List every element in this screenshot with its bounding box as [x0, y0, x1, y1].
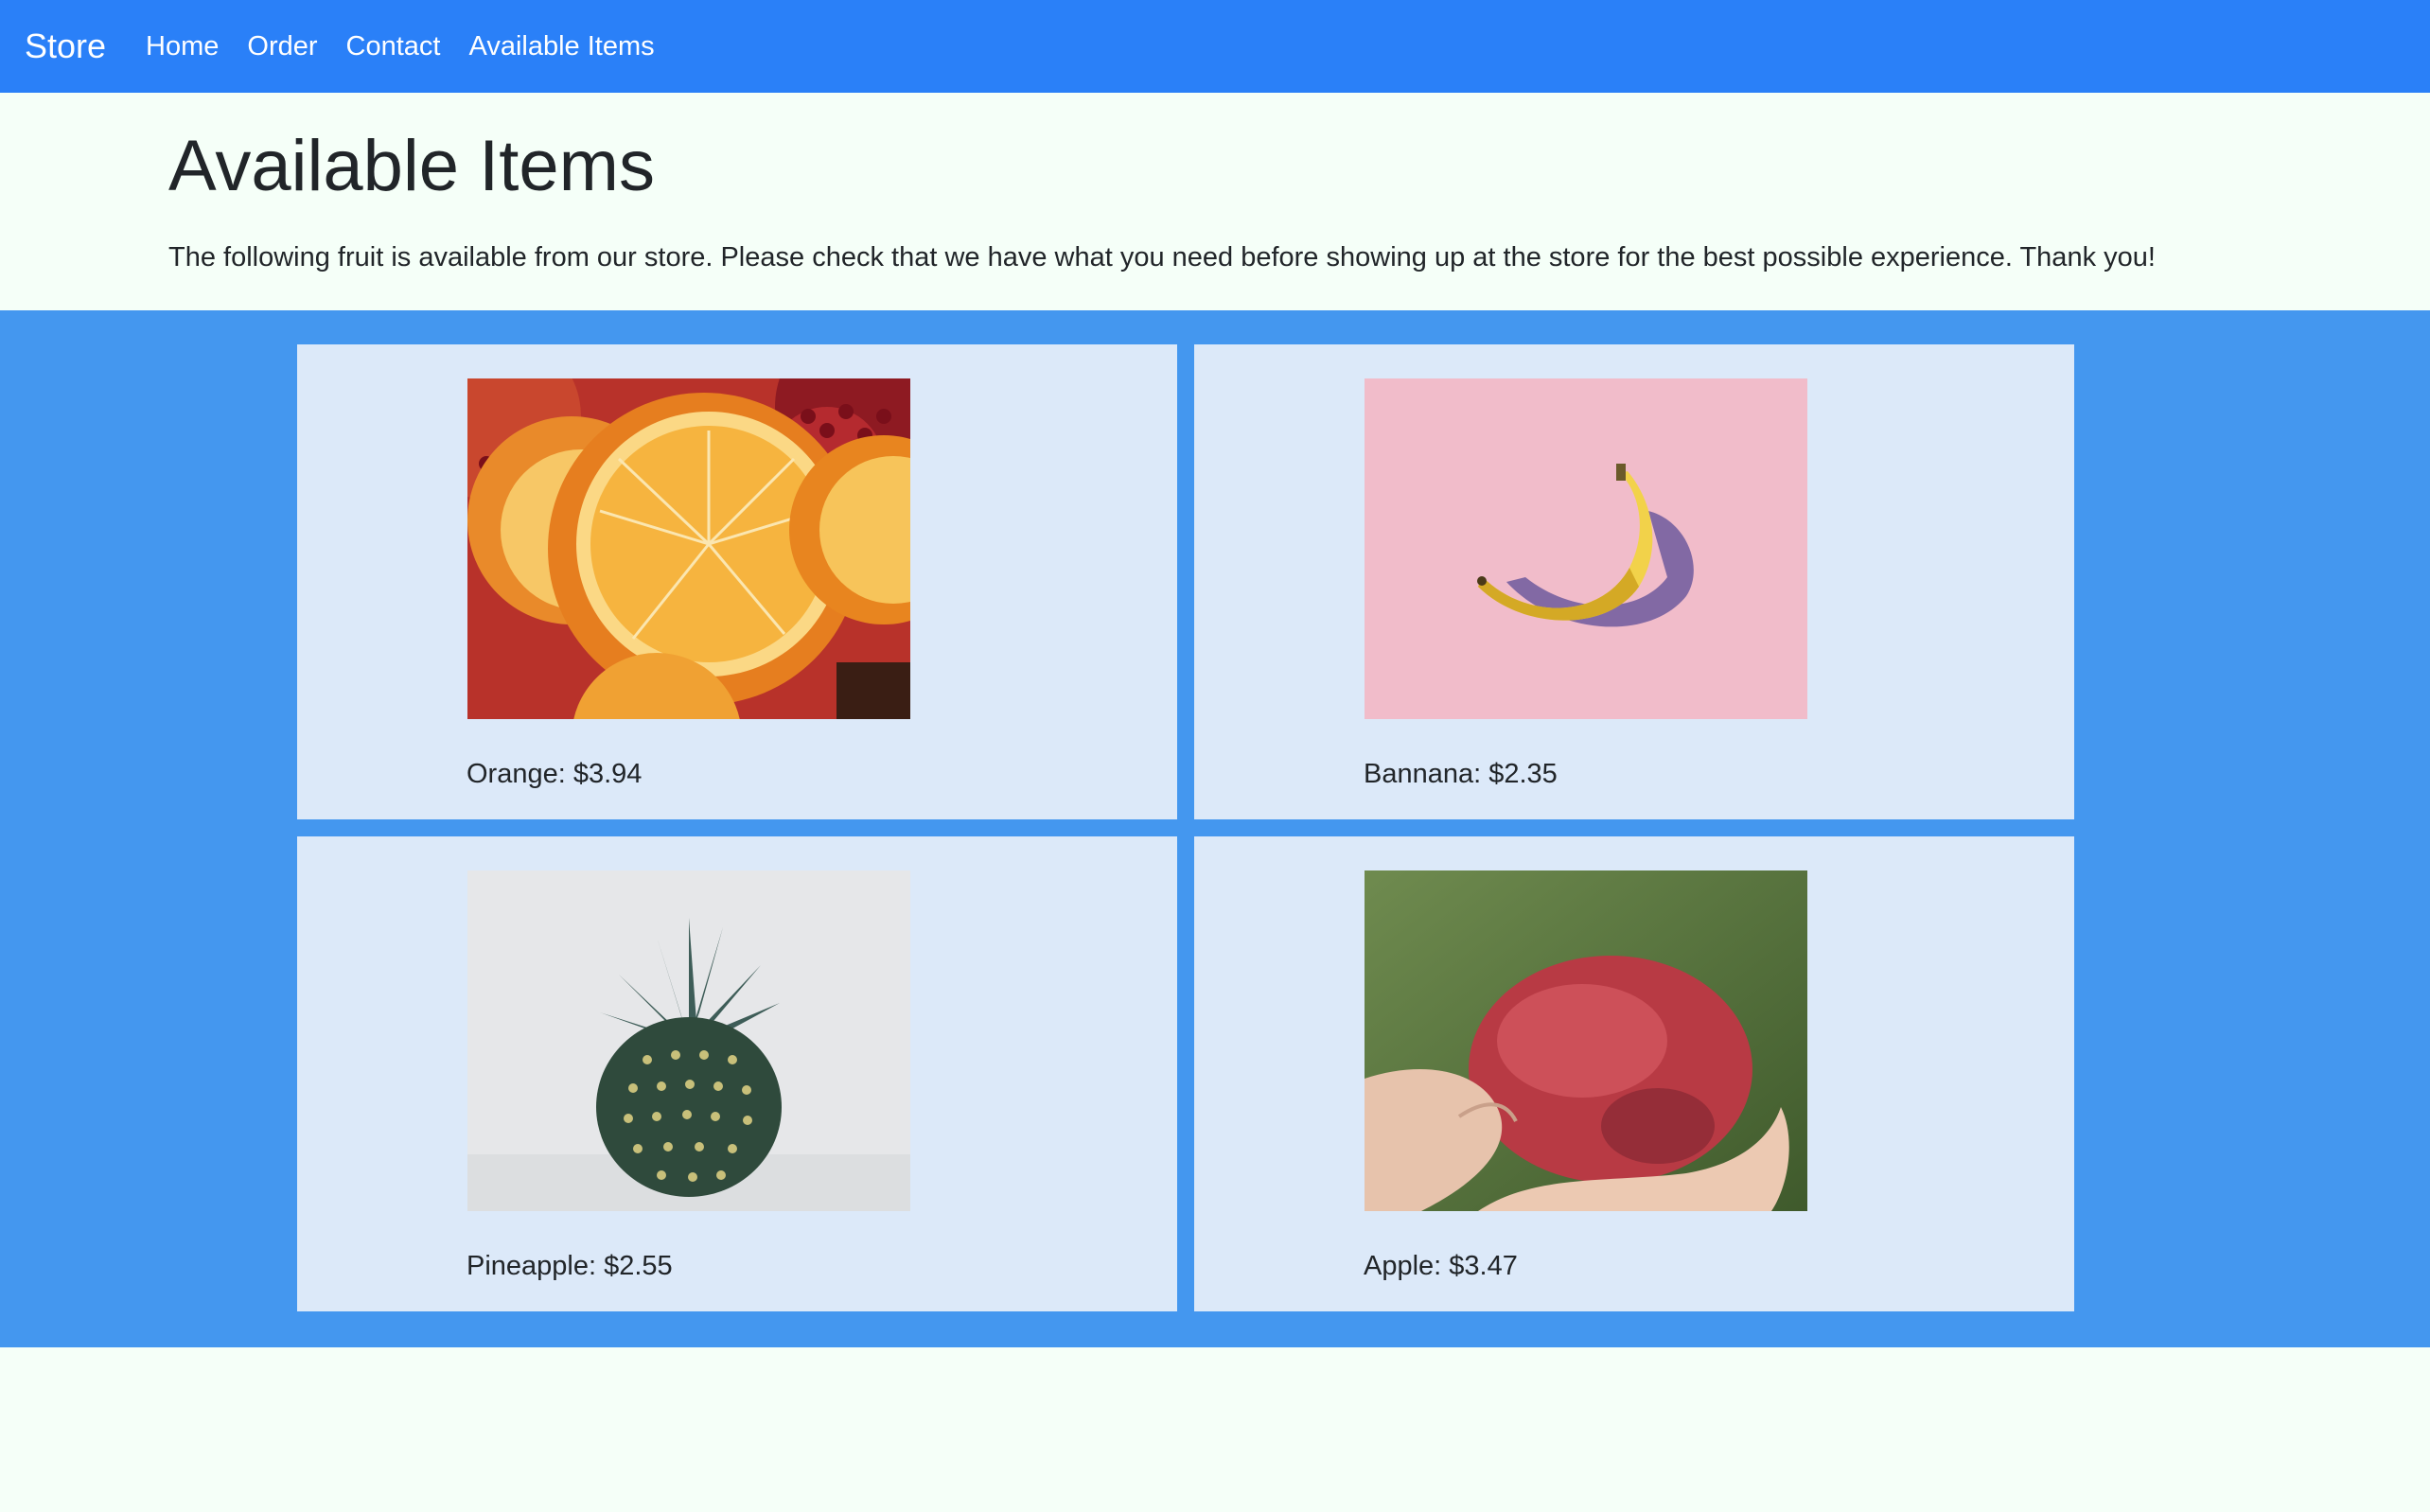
page-header: Available Items The following fruit is a…	[0, 93, 2430, 310]
items-grid: Orange: $3.94 Bannana: $2.35 Pineapple: …	[0, 310, 2430, 1347]
item-caption-banana: Bannana: $2.35	[1364, 759, 1558, 789]
page-title: Available Items	[168, 126, 655, 206]
item-card-pineapple: Pineapple: $2.55	[297, 836, 1177, 1311]
item-card-orange: Orange: $3.94	[297, 344, 1177, 819]
banana-photo	[1365, 378, 1807, 719]
pineapple-photo	[467, 870, 910, 1211]
nav-link-available-items[interactable]: Available Items	[469, 31, 655, 62]
navbar: Store Home Order Contact Available Items	[0, 0, 2430, 93]
nav-link-contact[interactable]: Contact	[346, 31, 441, 62]
apple-photo	[1365, 870, 1807, 1211]
nav-link-home[interactable]: Home	[146, 31, 219, 62]
intro-text: The following fruit is available from ou…	[168, 242, 2156, 273]
orange-photo	[467, 378, 910, 719]
nav-link-order[interactable]: Order	[247, 31, 317, 62]
item-card-banana: Bannana: $2.35	[1194, 344, 2074, 819]
item-caption-apple: Apple: $3.47	[1364, 1251, 1518, 1281]
item-caption-orange: Orange: $3.94	[467, 759, 643, 789]
brand-link[interactable]: Store	[25, 26, 106, 66]
item-card-apple: Apple: $3.47	[1194, 836, 2074, 1311]
item-caption-pineapple: Pineapple: $2.55	[467, 1251, 673, 1281]
